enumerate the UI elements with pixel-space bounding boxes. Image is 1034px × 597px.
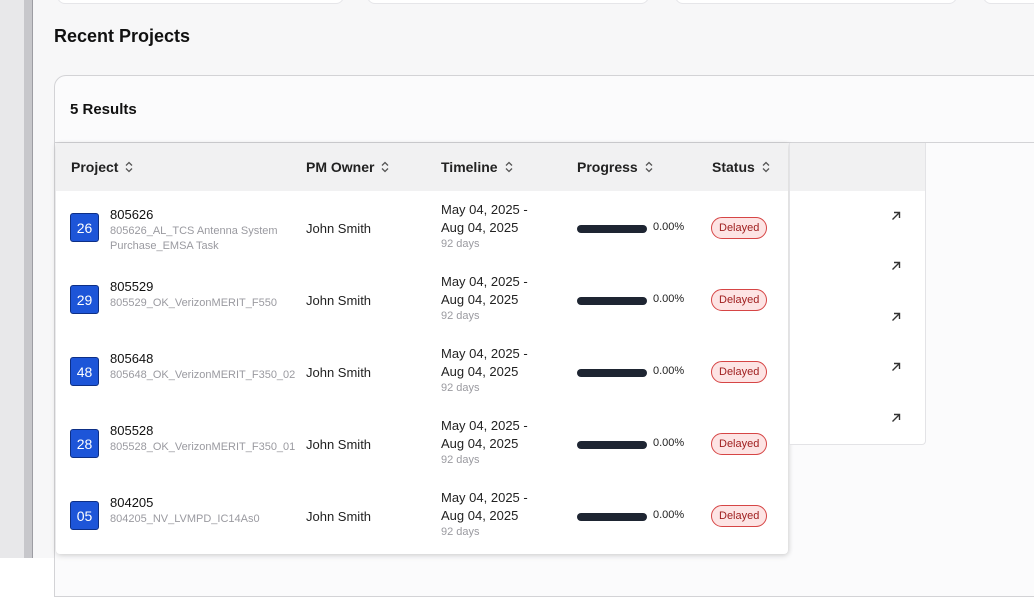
stat-card[interactable]: [367, 0, 649, 4]
project-name: 805626_AL_TCS Antenna System Purchase_EM…: [110, 225, 278, 252]
projects-table: Project PM Owner Timeline Progress Statu…: [56, 143, 788, 554]
column-header-progress[interactable]: Progress: [577, 159, 654, 175]
status-badge: Delayed: [711, 505, 768, 527]
timeline: May 04, 2025 - Aug 04, 2025 92 days: [441, 489, 528, 539]
progress-bar: [577, 225, 647, 233]
status-badge: Delayed: [711, 433, 768, 455]
status-badge: Delayed: [711, 289, 768, 311]
timeline: May 04, 2025 - Aug 04, 2025 92 days: [441, 417, 528, 467]
timeline-start: May 04, 2025 -: [441, 202, 528, 217]
timeline-duration: 92 days: [441, 454, 480, 466]
section-title: Recent Projects: [54, 26, 191, 46]
column-header-label: Timeline: [441, 159, 498, 175]
table-row[interactable]: 05 804205 804205_NV_LVMPD_IC14As0 John S…: [56, 479, 788, 551]
progress-percent: 0.00%: [653, 221, 685, 233]
timeline-end: Aug 04, 2025: [441, 436, 519, 451]
project-name: 805529_OK_VerizonMERIT_F550: [110, 297, 277, 309]
project-badge: 26: [70, 213, 99, 242]
stat-card[interactable]: [675, 0, 957, 4]
sort-updown-icon: [505, 161, 513, 173]
project-badge: 29: [70, 285, 99, 314]
timeline-duration: 92 days: [441, 310, 480, 322]
timeline: May 04, 2025 - Aug 04, 2025 92 days: [441, 345, 528, 395]
table-row[interactable]: 28 805528 805528_OK_VerizonMERIT_F350_01…: [56, 407, 788, 479]
timeline-end: Aug 04, 2025: [441, 292, 519, 307]
column-header-label: Project: [71, 159, 119, 175]
timeline: May 04, 2025 - Aug 04, 2025 92 days: [441, 273, 528, 323]
progress-bar: [577, 297, 647, 305]
stat-card[interactable]: [57, 0, 344, 4]
pm-owner: John Smith: [306, 365, 372, 380]
column-header-timeline[interactable]: Timeline: [441, 159, 514, 175]
project-name: 805528_OK_VerizonMERIT_F350_01: [110, 441, 296, 453]
arrow-up-right-icon[interactable]: [889, 360, 903, 374]
pm-owner: John Smith: [306, 437, 372, 452]
arrow-up-right-icon[interactable]: [889, 259, 903, 273]
progress-bar: [577, 513, 647, 521]
status-badge: Delayed: [711, 217, 768, 239]
table-row[interactable]: 48 805648 805648_OK_VerizonMERIT_F350_02…: [56, 335, 788, 407]
table-row[interactable]: 26 805626 805626_AL_TCS Antenna System P…: [56, 191, 788, 263]
column-header-label: PM Owner: [306, 159, 375, 175]
timeline-end: Aug 04, 2025: [441, 364, 519, 379]
project-name: 805648_OK_VerizonMERIT_F350_02: [110, 369, 296, 381]
stat-card[interactable]: [983, 0, 1034, 4]
timeline-duration: 92 days: [441, 526, 480, 538]
project-id: 805529: [110, 279, 154, 294]
project-id: 805626: [110, 207, 154, 222]
main-content: Recent Projects 5 Results Project PM Own…: [33, 0, 1034, 597]
column-header-status[interactable]: Status: [712, 159, 771, 175]
progress-percent: 0.00%: [653, 509, 685, 521]
column-header-label: Status: [712, 159, 755, 175]
progress-percent: 0.00%: [653, 365, 685, 377]
progress-bar: [577, 441, 647, 449]
actions-header: [790, 143, 925, 191]
project-badge: 05: [70, 501, 99, 530]
sort-updown-icon: [645, 161, 653, 173]
left-panel: [0, 0, 24, 558]
timeline-start: May 04, 2025 -: [441, 418, 528, 433]
project-name: 804205_NV_LVMPD_IC14As0: [110, 513, 260, 525]
timeline-end: Aug 04, 2025: [441, 508, 519, 523]
sort-updown-icon: [126, 161, 133, 173]
progress-percent: 0.00%: [653, 293, 685, 305]
progress-bar: [577, 369, 647, 377]
arrow-up-right-icon[interactable]: [889, 209, 903, 223]
pm-owner: John Smith: [306, 221, 372, 236]
timeline-start: May 04, 2025 -: [441, 490, 528, 505]
table-header: Project PM Owner Timeline Progress Statu…: [56, 143, 788, 191]
progress-percent: 0.00%: [653, 437, 685, 449]
arrow-up-right-icon[interactable]: [889, 411, 903, 425]
status-badge: Delayed: [711, 361, 768, 383]
column-header-project[interactable]: Project: [71, 159, 134, 175]
arrow-up-right-icon[interactable]: [889, 310, 903, 324]
actions-column: [789, 143, 926, 445]
pm-owner: John Smith: [306, 293, 372, 308]
project-id: 805528: [110, 423, 154, 438]
sort-updown-icon: [762, 161, 770, 173]
timeline-duration: 92 days: [441, 382, 480, 394]
column-header-pm-owner[interactable]: PM Owner: [306, 159, 390, 175]
column-header-label: Progress: [577, 159, 638, 175]
project-badge: 28: [70, 429, 99, 458]
table-row[interactable]: 29 805529 805529_OK_VerizonMERIT_F550 Jo…: [56, 263, 788, 335]
sort-updown-icon: [382, 161, 389, 173]
project-id: 804205: [110, 495, 154, 510]
panel-resize-handle[interactable]: [24, 0, 32, 558]
project-id: 805648: [110, 351, 154, 366]
timeline-start: May 04, 2025 -: [441, 346, 528, 361]
results-card: 5 Results Project PM Owner Timeline Prog…: [54, 75, 1034, 597]
table-body: 26 805626 805626_AL_TCS Antenna System P…: [56, 191, 788, 551]
timeline: May 04, 2025 - Aug 04, 2025 92 days: [441, 201, 528, 251]
timeline-start: May 04, 2025 -: [441, 274, 528, 289]
project-badge: 48: [70, 357, 99, 386]
pm-owner: John Smith: [306, 509, 372, 524]
timeline-end: Aug 04, 2025: [441, 220, 519, 235]
results-count: 5 Results: [70, 101, 137, 118]
timeline-duration: 92 days: [441, 238, 480, 250]
